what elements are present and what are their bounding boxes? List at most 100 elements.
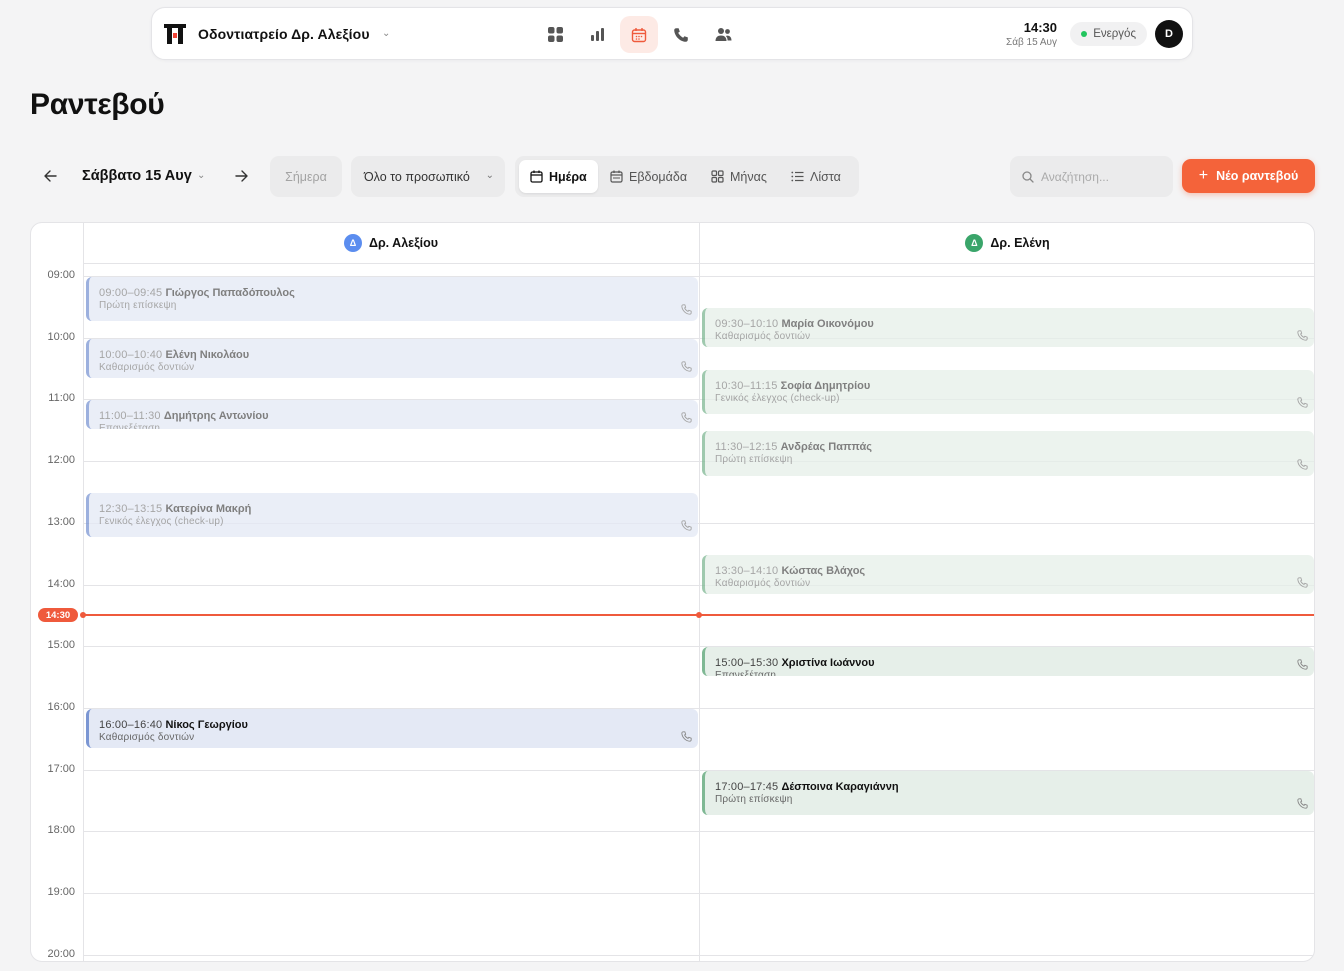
phone-icon[interactable] <box>1297 798 1308 809</box>
bar-chart-icon <box>590 28 604 41</box>
staff-filter-label: Όλο το προσωπικό <box>364 169 470 184</box>
phone-icon[interactable] <box>681 520 692 531</box>
search-box[interactable] <box>1010 156 1173 197</box>
appointment-card[interactable]: 11:00–11:30 Δημήτρης Αντωνίου Επανεξέταση <box>86 400 698 430</box>
appointment-card[interactable]: 16:00–16:40 Νίκος Γεωργίου Καθαρισμός δον… <box>86 708 698 749</box>
nav-dashboard[interactable] <box>536 16 574 53</box>
hour-gridline <box>83 893 1314 894</box>
patient-name: Κώστας Βλάχος <box>781 564 866 577</box>
appointment-card[interactable]: 10:00–10:40 Ελένη Νικολάου Καθαρισμός δον… <box>86 338 698 378</box>
appointment-card[interactable]: 13:30–14:10 Κώστας Βλάχος Καθαρισμός δοντ… <box>702 554 1314 594</box>
hour-gridline <box>83 954 1314 956</box>
appointment-time: 11:00–11:30 <box>99 410 161 423</box>
appointment-service: Επανεξέταση <box>99 423 161 430</box>
hour-label: 19:00 <box>47 886 75 898</box>
nav-reports[interactable] <box>578 16 616 53</box>
staff-name: Δρ. Αλεξίου <box>368 236 439 250</box>
date-label[interactable]: Σάββατο 15 Αυγ <box>82 168 192 184</box>
appointment-title: 09:30–10:10 Μαρία Οικονόμου <box>715 318 1304 330</box>
search-icon <box>1022 170 1034 183</box>
appointment-service: Επανεξέταση <box>715 670 777 677</box>
current-time-dot <box>696 612 702 619</box>
hour-label: 18:00 <box>47 824 75 837</box>
column-divider <box>699 223 700 961</box>
appointment-card[interactable]: 09:00–09:45 Γιώργος Παπαδόπουλος Πρώτη επ… <box>86 277 698 322</box>
appointment-service: Καθαρισμός δοντιών <box>715 577 811 589</box>
phone-icon[interactable] <box>1297 330 1308 341</box>
phone-icon[interactable] <box>681 731 692 742</box>
appointment-service: Γενικός έλεγχος (check-up) <box>99 515 224 527</box>
nav-calendar[interactable] <box>620 16 658 53</box>
appointment-time: 16:00–16:40 <box>99 718 163 731</box>
patient-name: Γιώργος Παπαδόπουλος <box>165 287 295 299</box>
appointment-service: Καθαρισμός δοντιών <box>715 330 811 342</box>
view-day-label: Ημέρα <box>549 169 587 184</box>
appointment-title: 17:00–17:45 Δέσποινα Καραγιάννη <box>715 781 1304 793</box>
hour-label: 11:00 <box>48 392 75 405</box>
chevron-down-icon: ⌄ <box>485 170 494 181</box>
page-title: Ραντεβού <box>30 88 165 121</box>
appointment-time: 10:00–10:40 <box>99 348 163 361</box>
staff-badge: Δ <box>965 234 984 252</box>
clinic-name[interactable]: Οδοντιατρείο Δρ. Αλεξίου <box>198 26 370 42</box>
nav-patients[interactable] <box>704 16 742 53</box>
appointment-title: 12:30–13:15 Κατερίνα Μακρή <box>99 503 688 515</box>
view-list-button[interactable]: Λίστα <box>780 160 852 193</box>
patient-name: Σοφία Δημητρίου <box>780 379 871 392</box>
appointment-title: 11:30–12:15 Ανδρέας Παππάς <box>715 441 1304 453</box>
appointment-service: Καθαρισμός δοντιών <box>99 361 195 373</box>
view-week-button[interactable]: Εβδομάδα <box>599 160 698 193</box>
appointment-card[interactable]: 11:30–12:15 Ανδρέας Παππάς Πρώτη επίσκεψη <box>702 431 1314 476</box>
list-icon <box>791 171 804 182</box>
phone-icon[interactable] <box>1297 397 1308 408</box>
phone-icon[interactable] <box>1297 458 1308 470</box>
staff-name: Δρ. Ελένη <box>990 236 1050 250</box>
avatar[interactable]: D <box>1155 20 1183 48</box>
current-time-label: 14:30 <box>38 608 78 623</box>
appointment-title: 11:00–11:30 Δημήτρης Αντωνίου <box>99 410 688 422</box>
appointment-card[interactable]: 17:00–17:45 Δέσποινα Καραγιάννη Πρώτη επί… <box>702 770 1314 815</box>
appointment-title: 13:30–14:10 Κώστας Βλάχος <box>715 565 1304 577</box>
clock: 14:30 Σάβ 15 Αυγ <box>1006 20 1057 48</box>
phone-icon[interactable] <box>681 412 692 423</box>
today-button[interactable]: Σήμερα <box>270 156 342 197</box>
search-input[interactable] <box>1041 169 1161 184</box>
appointment-card[interactable]: 12:30–13:15 Κατερίνα Μακρή Γενικός έλεγχο… <box>86 492 698 538</box>
view-month-label: Μήνας <box>730 169 767 184</box>
phone-icon[interactable] <box>681 361 692 372</box>
new-appointment-label: Νέο ραντεβού <box>1216 169 1299 183</box>
status-badge[interactable]: Ενεργός <box>1070 22 1147 46</box>
view-month-button[interactable]: Μήνας <box>700 160 778 193</box>
new-appointment-button[interactable]: + Νέο ραντεβού <box>1182 159 1315 193</box>
main-nav <box>536 16 742 53</box>
patient-name: Δέσποινα Καραγιάννη <box>781 780 899 793</box>
appointment-service: Πρώτη επίσκεψη <box>715 454 793 466</box>
column-divider <box>83 223 84 961</box>
view-day-button[interactable]: Ημέρα <box>519 160 598 193</box>
hour-label: 17:00 <box>47 762 75 775</box>
appointment-card[interactable]: 15:00–15:30 Χριστίνα Ιωάννου Επανεξέταση <box>702 647 1314 677</box>
phone-icon[interactable] <box>1297 659 1308 670</box>
phone-icon[interactable] <box>681 304 692 315</box>
hour-label: 14:00 <box>47 577 75 590</box>
hour-label: 15:00 <box>47 639 75 652</box>
next-day-button[interactable] <box>231 166 251 186</box>
chevron-down-icon[interactable]: ⌄ <box>197 170 205 181</box>
status-dot-icon <box>1081 31 1088 37</box>
calendar-week-icon <box>610 170 623 183</box>
hour-label: 13:00 <box>47 515 75 528</box>
users-icon <box>715 28 731 41</box>
appointment-service: Γενικός έλεγχος (check-up) <box>715 392 840 404</box>
phone-icon[interactable] <box>1297 577 1308 588</box>
chevron-down-icon[interactable]: ⌄ <box>382 28 390 39</box>
staff-filter-select[interactable]: Όλο το προσωπικό ⌄ <box>351 156 505 197</box>
hour-label: 20:00 <box>47 947 75 960</box>
appointment-title: 16:00–16:40 Νίκος Γεωργίου <box>99 719 688 731</box>
current-date: Σάβ 15 Αυγ <box>1006 37 1057 48</box>
prev-day-button[interactable] <box>40 166 60 186</box>
nav-calls[interactable] <box>662 16 700 53</box>
appointment-title: 15:00–15:30 Χριστίνα Ιωάννου <box>715 657 1304 669</box>
patient-name: Νίκος Γεωργίου <box>165 718 248 731</box>
appointment-card[interactable]: 10:30–11:15 Σοφία Δημητρίου Γενικός έλεγχ… <box>702 369 1314 414</box>
appointment-card[interactable]: 09:30–10:10 Μαρία Οικονόμου Καθαρισμός δο… <box>702 307 1314 347</box>
